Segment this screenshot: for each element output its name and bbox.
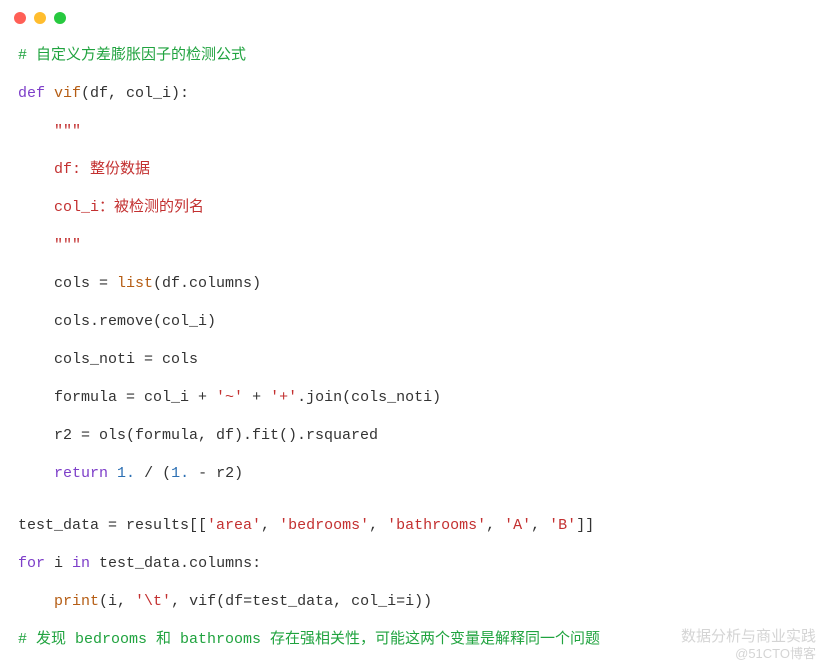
close-icon[interactable] — [14, 12, 26, 24]
code-line: """ — [18, 120, 808, 144]
string: '+' — [270, 389, 297, 406]
docstring: df: 整份数据 — [18, 161, 150, 178]
code-line: """ — [18, 234, 808, 258]
code-text: (df.columns) — [153, 275, 261, 292]
comment: # 发现 bedrooms 和 bathrooms 存在强相关性，可能这两个变量… — [18, 631, 600, 648]
code-text — [18, 465, 54, 482]
code-text — [18, 123, 54, 140]
watermark-line2: @51CTO博客 — [681, 646, 816, 663]
string: 'bathrooms' — [387, 517, 486, 534]
code-text: , — [261, 517, 279, 534]
code-text — [18, 593, 54, 610]
blank-line — [18, 500, 808, 504]
maximize-icon[interactable] — [54, 12, 66, 24]
code-editor: # 自定义方差膨胀因子的检测公式 def vif(df, col_i): """… — [0, 30, 826, 652]
keyword-return: return — [54, 465, 108, 482]
code-text: cols_noti = cols — [18, 351, 198, 368]
watermark: 数据分析与商业实践 @51CTO博客 — [681, 627, 816, 663]
code-text: + — [243, 389, 270, 406]
code-text: i — [45, 555, 72, 572]
docstring: col_i：被检测的列名 — [18, 199, 204, 216]
code-text: , — [369, 517, 387, 534]
code-line: print(i, '\t', vif(df=test_data, col_i=i… — [18, 590, 808, 614]
builtin: print — [54, 593, 99, 610]
string: 'area' — [207, 517, 261, 534]
code-text: - r2) — [189, 465, 243, 482]
code-line: def vif(df, col_i): — [18, 82, 808, 106]
func-name: vif — [45, 85, 81, 102]
code-text: , vif(df=test_data, col_i=i)) — [171, 593, 432, 610]
minimize-icon[interactable] — [34, 12, 46, 24]
comment: # 自定义方差膨胀因子的检测公式 — [18, 47, 246, 64]
string: 'bedrooms' — [279, 517, 369, 534]
code-line: for i in test_data.columns: — [18, 552, 808, 576]
code-text — [108, 465, 117, 482]
code-text: / ( — [135, 465, 171, 482]
code-line: col_i：被检测的列名 — [18, 196, 808, 220]
number: 1. — [171, 465, 189, 482]
string: 'B' — [549, 517, 576, 534]
keyword-def: def — [18, 85, 45, 102]
code-text — [18, 237, 54, 254]
code-line: test_data = results[['area', 'bedrooms',… — [18, 514, 808, 538]
keyword-in: in — [72, 555, 90, 572]
code-text: cols.remove(col_i) — [18, 313, 216, 330]
string: 'A' — [504, 517, 531, 534]
keyword-for: for — [18, 555, 45, 572]
code-text: , — [486, 517, 504, 534]
code-line: cols = list(df.columns) — [18, 272, 808, 296]
code-line: cols.remove(col_i) — [18, 310, 808, 334]
code-text: .join(cols_noti) — [297, 389, 441, 406]
code-line: formula = col_i + '~' + '+'.join(cols_no… — [18, 386, 808, 410]
code-text: test_data = results[[ — [18, 517, 207, 534]
string: '\t' — [135, 593, 171, 610]
docstring: """ — [54, 237, 81, 254]
code-text: , — [531, 517, 549, 534]
code-text: ]] — [576, 517, 594, 534]
string: '~' — [216, 389, 243, 406]
code-line: r2 = ols(formula, df).fit().rsquared — [18, 424, 808, 448]
number: 1. — [117, 465, 135, 482]
code-line: return 1. / (1. - r2) — [18, 462, 808, 486]
code-text: (df, col_i): — [81, 85, 189, 102]
code-text: r2 = ols(formula, df).fit().rsquared — [18, 427, 378, 444]
code-line: # 自定义方差膨胀因子的检测公式 — [18, 44, 808, 68]
docstring: """ — [54, 123, 81, 140]
builtin: list — [117, 275, 153, 292]
watermark-line1: 数据分析与商业实践 — [681, 627, 816, 647]
code-text: formula = col_i + — [18, 389, 216, 406]
code-text: test_data.columns: — [90, 555, 261, 572]
code-line: df: 整份数据 — [18, 158, 808, 182]
window-controls — [0, 0, 826, 30]
code-text: (i, — [99, 593, 135, 610]
code-text: cols = — [18, 275, 117, 292]
code-line: cols_noti = cols — [18, 348, 808, 372]
